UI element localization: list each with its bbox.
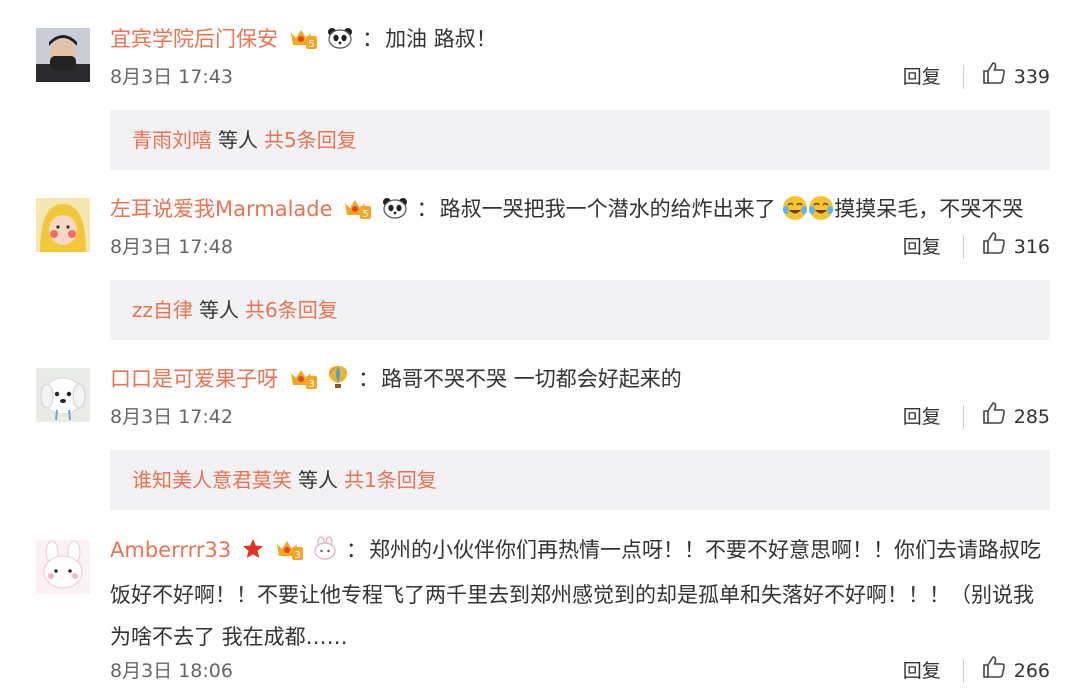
action-bar: 回复 339: [903, 61, 1050, 94]
balloon-icon: [327, 361, 349, 403]
reply-count[interactable]: 共1条回复: [344, 468, 437, 492]
panda-icon: [327, 21, 353, 63]
reply-count[interactable]: 共5条回复: [264, 128, 357, 152]
svg-text:5: 5: [363, 209, 369, 219]
reply-button[interactable]: 回复: [903, 232, 941, 262]
vip-crown-badge: 5: [289, 21, 317, 63]
comment-text: 加油 路叔！: [385, 27, 497, 51]
reply-user[interactable]: 青雨刘嘻: [132, 128, 212, 152]
timestamp: 8月3日 17:48: [110, 236, 233, 258]
reply-suffix: 等人: [218, 128, 258, 152]
username[interactable]: 口口是可爱果子呀: [110, 367, 278, 391]
timestamp: 8月3日 18:06: [110, 660, 233, 682]
username[interactable]: 左耳说爱我Marmalade: [110, 197, 333, 221]
reply-summary[interactable]: zz自律 等人 共6条回复: [110, 280, 1050, 340]
comment-text: 路哥不哭不哭 一切都会好起来的: [381, 367, 682, 391]
star-icon: [242, 532, 264, 574]
like-count: 285: [1013, 406, 1050, 428]
thumbs-up-icon[interactable]: [982, 231, 1006, 264]
action-bar: 回复 285: [903, 401, 1050, 434]
timestamp: 8月3日 17:42: [110, 406, 233, 428]
reply-summary[interactable]: 青雨刘嘻 等人 共5条回复: [110, 110, 1050, 170]
crying-laugh-emoji: [782, 193, 808, 235]
reply-user[interactable]: 谁知美人意君莫笑: [132, 468, 292, 492]
divider: [962, 235, 964, 259]
reply-suffix: 等人: [199, 298, 239, 322]
thumbs-up-icon[interactable]: [982, 655, 1006, 688]
vip-crown-badge: 5: [343, 191, 372, 233]
reply-summary[interactable]: 谁知美人意君莫笑 等人 共1条回复: [110, 450, 1050, 510]
comment-text-continued: 摸摸呆毛，不哭不哭: [834, 197, 1024, 221]
timestamp: 8月3日 17:43: [110, 66, 233, 88]
avatar[interactable]: [36, 540, 90, 594]
crying-laugh-emoji: [808, 193, 834, 235]
svg-text:3: 3: [294, 550, 300, 560]
vip-crown-badge: 3: [275, 532, 303, 574]
divider: [962, 405, 964, 429]
panda-icon: [382, 191, 408, 233]
thumbs-up-icon[interactable]: [982, 401, 1006, 434]
svg-text:3: 3: [308, 379, 314, 389]
reply-user[interactable]: zz自律: [132, 298, 193, 322]
like-count: 266: [1013, 660, 1050, 682]
reply-button[interactable]: 回复: [903, 62, 941, 92]
avatar[interactable]: [36, 368, 90, 422]
avatar[interactable]: [36, 198, 90, 252]
action-bar: 回复 266: [903, 655, 1050, 688]
vip-crown-badge: 3: [289, 361, 317, 403]
like-count: 339: [1013, 66, 1050, 88]
reply-suffix: 等人: [298, 468, 338, 492]
username[interactable]: 宜宾学院后门保安: [110, 27, 278, 51]
reply-button[interactable]: 回复: [903, 402, 941, 432]
reply-count[interactable]: 共6条回复: [245, 298, 338, 322]
divider: [962, 65, 964, 89]
bunny-icon: [313, 532, 337, 574]
comment-body: Amberrrr33 3 ：郑州的小伙伴你们再热情一点呀！！不要不好意思啊！！你…: [110, 529, 1052, 658]
reply-button[interactable]: 回复: [903, 656, 941, 686]
comment-body: 宜宾学院后门保安 5 ：加油 路叔！: [110, 18, 1052, 63]
comment-body: 口口是可爱果子呀 3 ：路哥不哭不哭 一切都会好起来的: [110, 358, 1052, 403]
action-bar: 回复 316: [903, 231, 1050, 264]
avatar[interactable]: [36, 28, 90, 82]
comment-body: 左耳说爱我Marmalade 5 ：路叔一哭把我一个潜水的给炸出来了 摸摸呆毛，…: [110, 188, 1052, 235]
svg-text:5: 5: [308, 39, 314, 49]
like-count: 316: [1013, 236, 1050, 258]
divider: [962, 659, 964, 683]
username[interactable]: Amberrrr33: [110, 538, 231, 562]
comment-text: 路叔一哭把我一个潜水的给炸出来了: [439, 197, 776, 221]
thumbs-up-icon[interactable]: [982, 61, 1006, 94]
